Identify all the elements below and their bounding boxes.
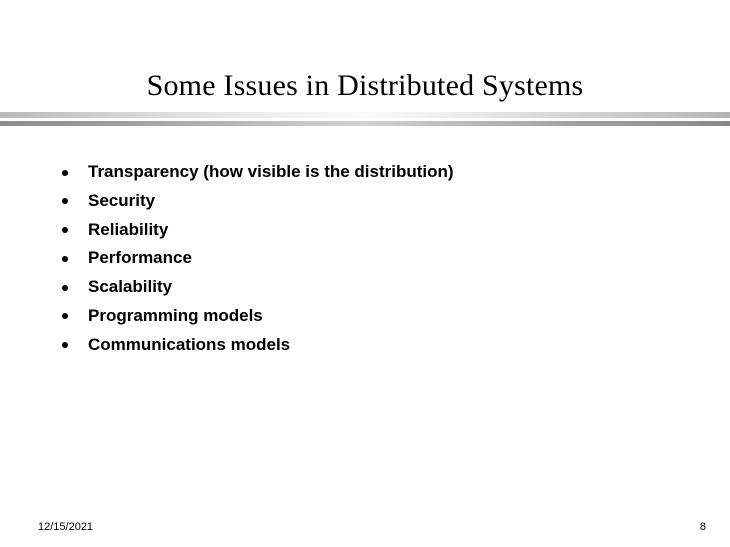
bullet-dot-icon <box>62 169 68 176</box>
list-item-label: Scalability <box>88 277 173 297</box>
list-item: Programming models <box>0 302 730 331</box>
list-item: Reliability <box>0 216 730 245</box>
list-item-label: Security <box>88 190 156 210</box>
list-item-label: Communications models <box>88 334 291 354</box>
list-item-label: Programming models <box>88 305 263 325</box>
list-item-label: Reliability <box>88 219 169 239</box>
bullet-dot-icon <box>62 313 68 320</box>
page-title: Some Issues in Distributed Systems <box>146 69 584 102</box>
footer-date: 12/15/2021 <box>38 521 94 533</box>
list-item: Scalability <box>0 273 730 302</box>
list-item-label: Transparency (how visible is the distrib… <box>88 162 454 181</box>
list-item: Performance <box>0 244 730 273</box>
list-item: Security <box>0 187 730 216</box>
bullet-dot-icon <box>62 284 68 291</box>
bullet-dot-icon <box>62 255 68 262</box>
bullet-list: Transparency (how visible is the distrib… <box>0 158 730 360</box>
list-item-label: Performance <box>88 248 192 268</box>
title-divider-bar-lower <box>0 121 730 126</box>
list-item: Communications models <box>0 331 730 360</box>
bullet-dot-icon <box>62 198 68 205</box>
list-item: Transparency (how visible is the distrib… <box>0 158 730 187</box>
presentation-slide: Some Issues in Distributed Systems Trans… <box>0 0 730 547</box>
bullet-dot-icon <box>62 227 68 234</box>
footer-page-number: 8 <box>699 521 706 533</box>
bullet-dot-icon <box>62 342 68 349</box>
